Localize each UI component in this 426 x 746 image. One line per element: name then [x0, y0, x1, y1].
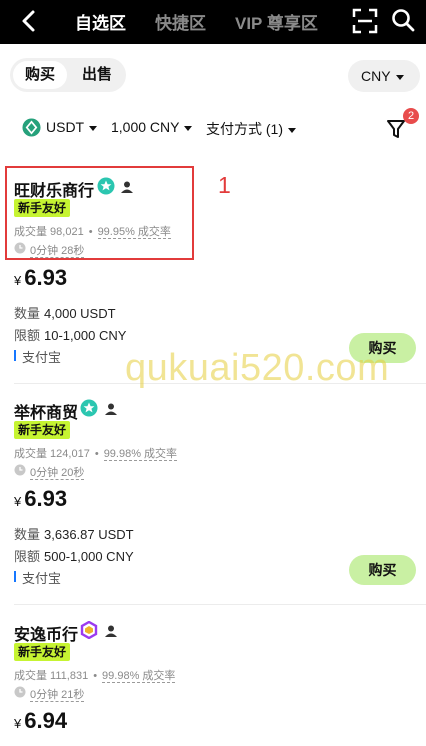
trade-stats: 成交量 124,017 • 99.98% 成交率 — [14, 448, 178, 461]
currency-symbol: ¥ — [14, 273, 22, 288]
sell-tab[interactable]: 出售 — [70, 61, 124, 89]
price-value: 6.94 — [24, 708, 68, 733]
tab-favorites[interactable]: 自选区 — [75, 9, 126, 34]
coin-filter-label: USDT — [46, 119, 85, 135]
price-value: 6.93 — [24, 486, 68, 511]
clock-icon — [14, 464, 26, 476]
amount-filter-label: 1,000 CNY — [111, 119, 180, 135]
clock-icon — [14, 686, 26, 698]
filter-count-badge: 2 — [403, 108, 419, 124]
merchant-name: 举杯商贸 — [14, 405, 79, 422]
payment-method: 支付宝 — [14, 568, 61, 587]
currency-symbol: ¥ — [14, 494, 22, 509]
annotation-number: 1 — [218, 172, 231, 198]
coin-filter[interactable]: USDT — [46, 119, 98, 135]
limit: 限额 500-1,000 CNY — [14, 546, 134, 565]
quantity: 数量 3,636.87 USDT — [14, 524, 134, 543]
release-time-value: 0分钟 20秒 — [30, 467, 85, 480]
trade-volume: 成交量 111,831 — [14, 670, 89, 682]
price: ¥6.93 — [14, 486, 67, 512]
merchant-person-icon — [105, 625, 117, 637]
release-time-value: 0分钟 21秒 — [30, 689, 85, 702]
quantity-label: 数量 — [14, 306, 41, 321]
trade-volume: 成交量 124,017 — [14, 448, 90, 460]
annotation-highlight-box — [5, 166, 194, 260]
quantity-value: 3,636.87 USDT — [44, 527, 134, 542]
payment-method: 支付宝 — [14, 347, 61, 366]
price: ¥6.93 — [14, 265, 67, 291]
chevron-down-icon — [395, 74, 404, 80]
divider — [14, 604, 426, 605]
beginner-friendly-tag: 新手友好 — [14, 421, 71, 439]
diamond-badge-icon — [80, 621, 98, 639]
scan-icon[interactable] — [352, 8, 378, 34]
price-value: 6.93 — [24, 265, 68, 290]
completion-rate: 99.98% 成交率 — [103, 448, 178, 461]
payment-filter-label: 支付方式 (1) — [206, 121, 283, 137]
top-navigation-bar: 自选区 快捷区 VIP 尊享区 — [0, 0, 426, 44]
currency-value: CNY — [361, 68, 391, 84]
limit-label: 限额 — [14, 328, 41, 343]
merchant-person-icon — [105, 403, 117, 415]
limit-value: 10-1,000 CNY — [44, 328, 127, 343]
currency-symbol: ¥ — [14, 716, 22, 731]
price: ¥6.94 — [14, 708, 67, 734]
completion-rate: 99.98% 成交率 — [102, 670, 176, 683]
limit-value: 500-1,000 CNY — [44, 549, 134, 564]
buy-sell-toggle: 购买 出售 — [10, 58, 126, 92]
merchant-name: 安逸币行 — [14, 627, 79, 644]
chevron-down-icon — [184, 125, 193, 131]
trade-stats: 成交量 111,831 • 99.98% 成交率 — [14, 670, 176, 683]
tab-quick[interactable]: 快捷区 — [155, 9, 206, 34]
verified-star-badge-icon — [80, 399, 98, 417]
release-time: 0分钟 20秒 — [14, 464, 85, 480]
search-icon[interactable] — [391, 8, 415, 32]
buy-tab[interactable]: 购买 — [13, 61, 67, 89]
payment-filter[interactable]: 支付方式 (1) — [206, 119, 296, 139]
usdt-coin-icon — [22, 118, 41, 137]
back-arrow-icon[interactable] — [18, 8, 40, 34]
filter-row: USDT 1,000 CNY 支付方式 (1) 2 — [0, 108, 426, 140]
limit-label: 限额 — [14, 549, 41, 564]
filter-icon[interactable] — [386, 118, 406, 140]
tab-vip[interactable]: VIP 尊享区 — [235, 9, 318, 34]
currency-select[interactable]: CNY — [348, 60, 420, 92]
quantity-value: 4,000 USDT — [44, 306, 116, 321]
chevron-down-icon — [288, 127, 296, 133]
chevron-down-icon — [89, 125, 98, 131]
quantity: 数量 4,000 USDT — [14, 303, 116, 322]
release-time: 0分钟 21秒 — [14, 686, 85, 702]
quantity-label: 数量 — [14, 527, 41, 542]
amount-filter[interactable]: 1,000 CNY — [111, 119, 193, 135]
beginner-friendly-tag: 新手友好 — [14, 643, 71, 661]
limit: 限额 10-1,000 CNY — [14, 325, 126, 344]
watermark: qukuai520.com — [125, 347, 390, 389]
buy-button[interactable]: 购买 — [349, 555, 416, 585]
